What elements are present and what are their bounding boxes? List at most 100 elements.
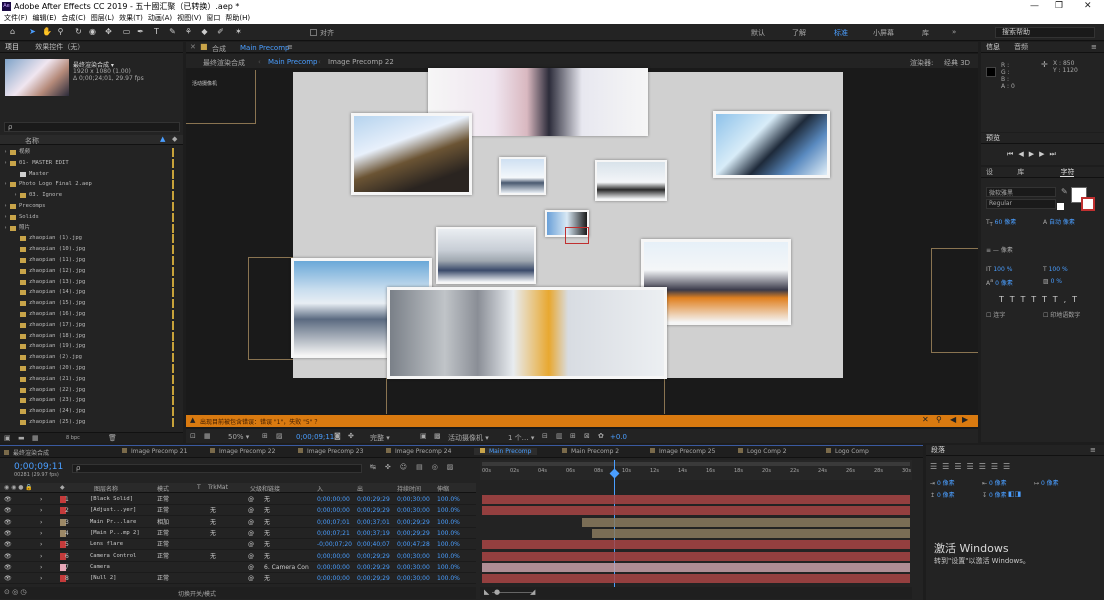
stretch[interactable]: 100.0%	[437, 551, 460, 562]
magnify-icon[interactable]: ⊡	[190, 432, 196, 440]
mode-dropdown[interactable]: 正常	[157, 551, 169, 562]
project-item[interactable]: zhaopian (11).jpg	[0, 255, 180, 266]
label-color-chip[interactable]	[172, 256, 174, 265]
faux-styles-row[interactable]: TTTTTT,T	[999, 295, 1083, 304]
ligature-checkbox[interactable]: ☐ 连字	[986, 310, 1005, 319]
project-item[interactable]: zhaopian (21).jpg	[0, 374, 180, 385]
comp-mini-flowchart-icon[interactable]: ↹	[370, 463, 385, 471]
new-folder-icon[interactable]: ▬	[18, 434, 25, 442]
duration[interactable]: 0;00;29;29	[397, 517, 430, 528]
parent-pickwhip-icon[interactable]: @	[248, 562, 254, 573]
parent-dropdown[interactable]: 无	[264, 551, 270, 562]
photo-snow-trees[interactable]	[436, 227, 536, 284]
eye-icon[interactable]: 👁	[4, 494, 12, 505]
project-item[interactable]: › Precomps	[0, 201, 180, 212]
eye-icon[interactable]: 👁	[4, 562, 12, 573]
tab-effect-controls[interactable]: 效果控件（无）	[35, 43, 84, 51]
in-point[interactable]: -0;00;07;20	[317, 539, 352, 550]
project-item[interactable]: › 视频	[0, 147, 180, 158]
zoom-tool-icon[interactable]: ⚲	[56, 27, 65, 37]
camera-dropdown[interactable]: 活动摄像机 ▾	[448, 433, 489, 443]
pen-tool-icon[interactable]: ✒	[136, 27, 145, 37]
selection-box[interactable]	[565, 227, 589, 244]
graph-editor-icon[interactable]: ▨	[447, 463, 463, 471]
workspace-small-screen[interactable]: 小屏幕	[873, 28, 894, 38]
timeline-layer-row[interactable]: 👁 › 8 [Null 2] 正常 @ 无 0;00;00;00 0;00;29;29 0;00;…	[0, 573, 476, 585]
label-color-chip[interactable]	[172, 331, 174, 341]
in-point[interactable]: 0;00;00;00	[317, 562, 350, 573]
expand-twirl-icon[interactable]: ›	[14, 190, 17, 201]
panel-menu-icon-3[interactable]: ≡	[1090, 445, 1096, 456]
parent-dropdown[interactable]: 无	[264, 505, 270, 516]
mode-dropdown[interactable]: 正常	[157, 494, 169, 505]
label-color-chip[interactable]	[172, 364, 174, 373]
eye-icon[interactable]: 👁	[4, 517, 12, 528]
menu-item-4[interactable]: 效果(T)	[119, 14, 143, 22]
align-checkbox[interactable]	[310, 29, 317, 36]
col-duration[interactable]: 持续时间	[397, 484, 421, 493]
label-color-chip[interactable]	[172, 234, 174, 244]
type-tool-icon[interactable]: T	[152, 27, 161, 37]
project-item[interactable]: zhaopian (23).jpg	[0, 395, 180, 406]
layer-duration-bar[interactable]	[482, 562, 910, 572]
project-item[interactable]: zhaopian (14).jpg	[0, 287, 180, 298]
eyedropper-icon[interactable]: ✎	[1061, 187, 1068, 196]
project-item[interactable]: zhaopian (19).jpg	[0, 341, 180, 352]
timeline-layer-row[interactable]: 👁 › 5 Lens flare 正常 @ 无 -0;00;07;20 0;00;40;07 0;…	[0, 539, 476, 551]
col-in[interactable]: 入	[317, 484, 323, 493]
transparency-icon[interactable]: ▨	[276, 432, 283, 440]
twirl-icon[interactable]: ›	[40, 505, 42, 516]
comp-tab-name[interactable]: Main Precomp	[240, 44, 289, 52]
out-point[interactable]: 0;00;29;29	[357, 562, 390, 573]
duration[interactable]: 0;00;30;00	[397, 573, 430, 584]
layer-name[interactable]: Main Pr...lare	[90, 517, 136, 528]
direction-buttons[interactable]: ◧◨	[1008, 490, 1021, 498]
breadcrumb-item-main[interactable]: Main Precomp	[268, 58, 317, 66]
tsume-field[interactable]: ▨ 0 %	[1043, 278, 1062, 285]
project-item[interactable]: zhaopian (22).jpg	[0, 385, 180, 396]
parent-pickwhip-icon[interactable]: @	[248, 539, 254, 550]
channel-icon[interactable]: ✤	[348, 432, 354, 440]
lock-icon[interactable]: ■	[200, 42, 208, 51]
timeline-tab[interactable]: 最终渲染合成	[4, 448, 49, 457]
layer-name[interactable]: [Main P...mp 2]	[90, 528, 140, 539]
eraser-tool-icon[interactable]: ◆	[200, 27, 209, 37]
twirl-icon[interactable]: ›	[40, 517, 42, 528]
parent-pickwhip-icon[interactable]: @	[248, 517, 254, 528]
label-color-chip[interactable]	[172, 320, 174, 330]
views-dropdown[interactable]: 1 个… ▾	[508, 433, 534, 443]
project-search-input[interactable]: ρ	[4, 122, 180, 132]
eye-icon[interactable]: 👁	[4, 539, 12, 550]
duration[interactable]: 0;00;47;28	[397, 539, 430, 550]
alignment-buttons[interactable]: ☰☰☰☰☰☰☰	[930, 462, 1015, 471]
timeline-tab[interactable]: Logo Comp	[826, 448, 869, 455]
project-item[interactable]: › Solids	[0, 212, 180, 223]
maximize-icon[interactable]: ❐	[1055, 0, 1063, 13]
mode-dropdown[interactable]: 正常	[157, 528, 169, 539]
in-point[interactable]: 0;00;07;21	[317, 528, 350, 539]
rotate-tool-icon[interactable]: ↻	[74, 27, 83, 37]
hindi-digits-checkbox[interactable]: ☐ 印地语数字	[1043, 310, 1080, 319]
layer-name[interactable]: Camera	[90, 562, 110, 573]
photo-girl-village[interactable]	[387, 287, 667, 379]
parent-dropdown[interactable]: 6. Camera Con	[264, 562, 309, 573]
mode-dropdown[interactable]: 相加	[157, 517, 169, 528]
parent-dropdown[interactable]: 无	[264, 528, 270, 539]
project-item[interactable]: zhaopian (20).jpg	[0, 363, 180, 374]
breadcrumb-item-final[interactable]: 最终渲染合成	[203, 58, 245, 68]
space-after-field[interactable]: ↧ 0 像素	[982, 490, 1007, 499]
vertical-scale-field[interactable]: IT 100 %	[986, 266, 1012, 273]
zoom-out-icon[interactable]: ◣	[484, 588, 489, 596]
layer-name[interactable]: [Null 2]	[90, 573, 117, 584]
frame-blend-icon[interactable]: ▤	[416, 463, 432, 471]
minimize-icon[interactable]: —	[1030, 0, 1039, 13]
trkmat-dropdown[interactable]: 无	[210, 505, 216, 516]
layer-name[interactable]: Camera Control	[90, 551, 136, 562]
first-frame-icon[interactable]: ⏮	[1007, 150, 1018, 158]
out-point[interactable]: 0;00;37;01	[357, 517, 390, 528]
tab-info[interactable]: 信息	[986, 43, 1000, 51]
in-point[interactable]: 0;00;00;00	[317, 494, 350, 505]
next-frame-icon[interactable]: ▶	[1039, 150, 1049, 158]
twirl-icon[interactable]: ›	[40, 562, 42, 573]
comp-canvas[interactable]	[291, 68, 843, 379]
